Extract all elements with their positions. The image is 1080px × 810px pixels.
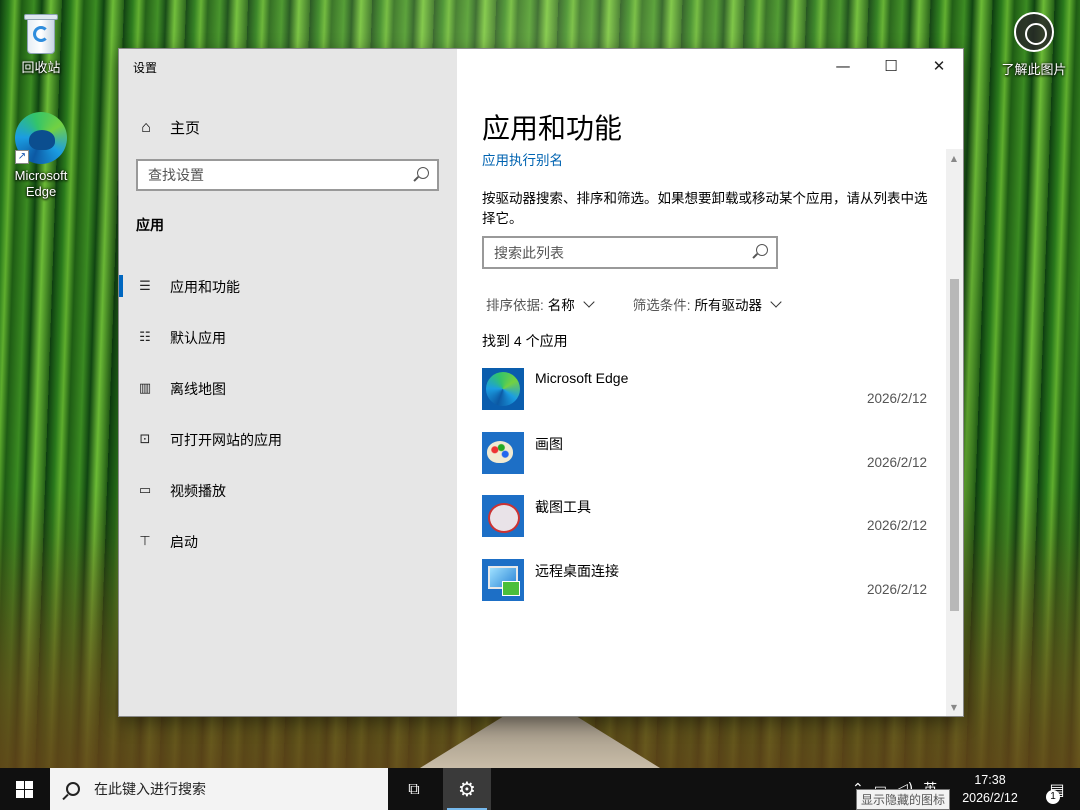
window-controls: — ☐ ✕ <box>819 49 963 83</box>
sidebar-item-label: 视频播放 <box>170 482 226 499</box>
taskbar-clock[interactable]: 17:38 2026/2/12 <box>950 771 1030 807</box>
video-icon: ▭ <box>138 482 152 498</box>
app-list-item-remote-desktop[interactable]: 远程桌面连接 2026/2/12 <box>482 558 927 622</box>
shortcut-arrow-icon: ↗ <box>15 150 29 164</box>
startup-icon: ⊤ <box>139 533 151 549</box>
sidebar-nav: ☰ 应用和功能 ☷ 默认应用 ▥ 离线地图 ⊡ 可打开网站的应用 ▭ 视频播放 … <box>119 261 457 567</box>
task-view-icon: ⧉ <box>408 779 420 798</box>
page-title: 应用和功能 <box>482 113 623 144</box>
edge-icon: ↗ <box>15 112 67 164</box>
sidebar-item-apps-for-websites[interactable]: ⊡ 可打开网站的应用 <box>119 414 457 465</box>
app-list: Microsoft Edge 2026/2/12 画图 2026/2/12 截图… <box>482 367 927 621</box>
app-install-date: 2026/2/12 <box>866 454 927 470</box>
maximize-button[interactable]: ☐ <box>867 49 915 83</box>
search-icon[interactable] <box>756 244 768 256</box>
home-link[interactable]: ⌂ 主页 <box>136 117 200 138</box>
app-install-date: 2026/2/12 <box>866 581 927 597</box>
sidebar-item-apps-features[interactable]: ☰ 应用和功能 <box>119 261 457 312</box>
desktop-icon-recycle-bin[interactable]: 回收站 <box>9 8 73 76</box>
taskbar-settings-app[interactable]: ⚙ <box>443 768 491 810</box>
sidebar-item-label: 可打开网站的应用 <box>170 431 282 448</box>
home-icon: ⌂ <box>141 118 151 136</box>
remote-desktop-icon <box>482 558 524 601</box>
app-list-item-paint[interactable]: 画图 2026/2/12 <box>482 431 927 495</box>
sidebar-item-offline-maps[interactable]: ▥ 离线地图 <box>119 363 457 414</box>
map-icon: ▥ <box>138 380 152 396</box>
task-view-button[interactable]: ⧉ <box>392 768 436 810</box>
apps-list-icon: ☰ <box>139 278 151 294</box>
sort-label: 排序依据: <box>486 298 544 313</box>
filter-dropdown[interactable]: 筛选条件: 所有驱动器 <box>632 294 782 314</box>
notification-badge: 1 <box>1046 790 1060 804</box>
sidebar-item-label: 离线地图 <box>170 380 226 397</box>
filter-value: 所有驱动器 <box>694 298 763 313</box>
settings-search-input[interactable] <box>138 161 398 189</box>
desktop-icon-edge[interactable]: ↗ Microsoft Edge <box>9 112 73 200</box>
default-apps-icon: ☷ <box>139 329 151 345</box>
start-button[interactable] <box>0 768 48 810</box>
app-list-search-box[interactable] <box>482 236 778 269</box>
desktop-icon-label: 了解此图片 <box>1001 62 1067 77</box>
settings-main-panel: — ☐ ✕ 应用和功能 应用执行别名 按驱动器搜索、排序和筛选。如果想要卸载或移… <box>457 49 963 716</box>
action-center-button[interactable]: ▤ <box>1034 768 1080 810</box>
scrollbar[interactable]: ▲ ▼ <box>946 149 963 716</box>
scroll-up-icon[interactable]: ▲ <box>949 154 959 164</box>
app-name: 画图 <box>535 435 563 452</box>
tray-tooltip: 显示隐藏的图标 <box>856 789 951 810</box>
minimize-button[interactable]: — <box>819 49 867 83</box>
paint-icon <box>482 431 524 474</box>
edge-icon <box>482 368 524 410</box>
settings-sidebar: 设置 ⌂ 主页 应用 ☰ 应用和功能 ☷ 默认应用 ▥ 离线地图 ⊡ <box>119 49 457 716</box>
sort-filter-bar: 排序依据: 名称 筛选条件: 所有驱动器 <box>486 294 820 314</box>
clock-date: 2026/2/12 <box>962 791 1018 805</box>
snipping-tool-icon <box>482 495 524 537</box>
app-name: 截图工具 <box>535 499 591 515</box>
windows-logo-icon <box>15 780 33 798</box>
taskbar-search-box[interactable]: 在此键入进行搜索 <box>50 768 388 810</box>
filter-label: 筛选条件: <box>632 298 691 313</box>
sort-dropdown[interactable]: 排序依据: 名称 <box>486 294 595 314</box>
desktop-icon-label: Microsoft Edge <box>14 168 68 199</box>
sidebar-item-video-playback[interactable]: ▭ 视频播放 <box>119 465 457 516</box>
app-list-item-edge[interactable]: Microsoft Edge 2026/2/12 <box>482 367 927 431</box>
sidebar-item-label: 默认应用 <box>170 329 226 346</box>
desktop-icon-label: 回收站 <box>21 60 61 75</box>
app-list-search-input[interactable] <box>484 238 734 267</box>
gear-icon: ⚙ <box>458 777 476 801</box>
chevron-down-icon <box>583 296 595 308</box>
app-install-date: 2026/2/12 <box>866 518 927 533</box>
window-title: 设置 <box>133 61 158 75</box>
sidebar-item-label: 应用和功能 <box>170 278 240 295</box>
open-website-icon: ⊡ <box>139 431 151 447</box>
app-name: 远程桌面连接 <box>535 562 619 579</box>
close-button[interactable]: ✕ <box>915 49 963 83</box>
sidebar-item-startup[interactable]: ⊤ 启动 <box>119 516 457 567</box>
search-icon <box>66 782 80 796</box>
app-install-date: 2026/2/12 <box>866 391 927 406</box>
scrollbar-thumb[interactable] <box>950 279 959 611</box>
sidebar-item-default-apps[interactable]: ☷ 默认应用 <box>119 312 457 363</box>
chevron-down-icon <box>770 296 782 308</box>
page-description: 按驱动器搜索、排序和筛选。如果想要卸载或移动某个应用，请从列表中选择它。 <box>482 191 928 226</box>
scroll-down-icon[interactable]: ▼ <box>949 703 959 713</box>
sidebar-item-label: 启动 <box>170 533 198 550</box>
sidebar-section-title: 应用 <box>136 217 164 233</box>
search-icon[interactable] <box>417 167 429 179</box>
app-list-item-snipping-tool[interactable]: 截图工具 2026/2/12 <box>482 494 927 558</box>
desktop-icon-learn-picture[interactable]: 了解此图片 <box>994 12 1074 78</box>
settings-window: 设置 ⌂ 主页 应用 ☰ 应用和功能 ☷ 默认应用 ▥ 离线地图 ⊡ <box>119 49 963 716</box>
clock-time: 17:38 <box>974 773 1006 787</box>
settings-search-box[interactable] <box>136 159 439 191</box>
recycle-bin-icon <box>21 10 61 56</box>
app-name: Microsoft Edge <box>535 370 629 386</box>
apps-found-count: 找到 4 个应用 <box>482 333 568 349</box>
home-label: 主页 <box>170 120 201 137</box>
sort-value: 名称 <box>547 298 575 313</box>
app-execution-alias-link[interactable]: 应用执行别名 <box>482 149 563 169</box>
taskbar-search-text: 在此键入进行搜索 <box>94 781 206 797</box>
learn-picture-icon <box>1014 12 1054 52</box>
